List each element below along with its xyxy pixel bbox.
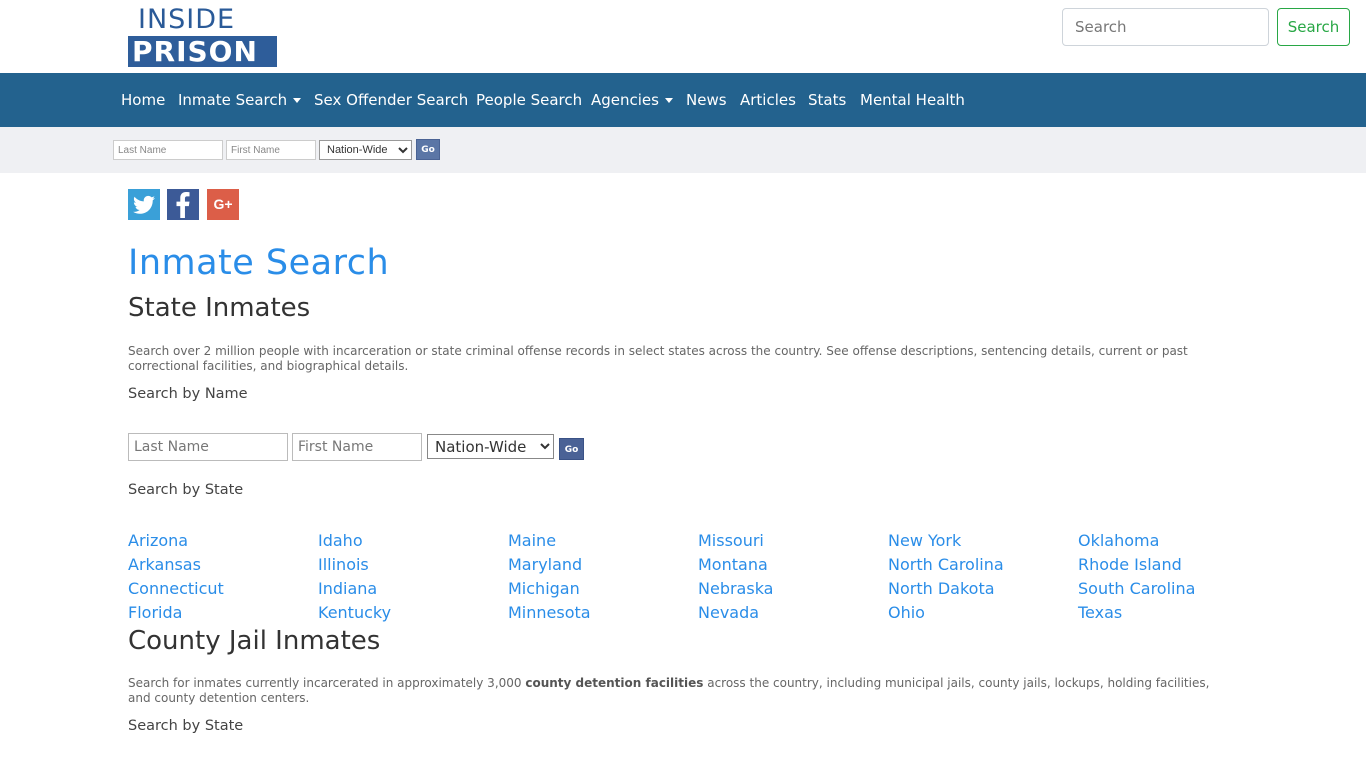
nav-item-home[interactable]: Home (121, 73, 165, 127)
state-link[interactable]: North Dakota (888, 579, 995, 598)
county-facilities-link[interactable]: county detention facilities (525, 676, 703, 690)
nav-item-stats[interactable]: Stats (808, 73, 846, 127)
state-link[interactable]: Florida (128, 603, 182, 622)
page-title: Inmate Search (128, 243, 390, 283)
county-inmates-description: Search for inmates currently incarcerate… (128, 676, 1210, 705)
state-link[interactable]: Kentucky (318, 603, 391, 622)
state-link[interactable]: Maryland (508, 555, 582, 574)
search-by-name-label: Search by Name (128, 386, 248, 402)
quick-search-bar: Nation-Wide (0, 127, 1366, 173)
state-link[interactable]: Rhode Island (1078, 555, 1182, 574)
county-search-by-state-label: Search by State (128, 718, 244, 734)
state-link[interactable]: Arizona (128, 531, 188, 550)
twitter-icon[interactable] (128, 189, 160, 220)
quick-scope-select[interactable]: Nation-Wide (319, 140, 412, 160)
quick-go-button[interactable]: Go (416, 139, 440, 160)
state-link[interactable]: Maine (508, 531, 556, 550)
state-link[interactable]: Nebraska (698, 579, 773, 598)
nav-item-agencies[interactable]: Agencies (591, 73, 673, 127)
nav-search-button[interactable]: Search (1277, 8, 1350, 46)
state-inmates-description: Search over 2 million people with incarc… (128, 344, 1188, 373)
name-search-go-button[interactable]: Go (559, 438, 584, 460)
scope-select[interactable]: Nation-Wide (427, 434, 554, 459)
dropdown-caret-icon (293, 98, 302, 103)
first-name-input[interactable] (292, 433, 422, 461)
inside-prison-logo[interactable]: INSIDE PRISON (128, 5, 277, 67)
nav-search-input[interactable] (1062, 8, 1269, 46)
county-inmates-heading: County Jail Inmates (128, 626, 381, 656)
nav-item-articles[interactable]: Articles (740, 73, 796, 127)
state-link[interactable]: Missouri (698, 531, 764, 550)
state-inmates-heading: State Inmates (128, 293, 311, 323)
state-link[interactable]: New York (888, 531, 961, 550)
facebook-icon[interactable] (167, 189, 199, 220)
facebook-f-icon (176, 192, 190, 218)
nav-item-mental-health[interactable]: Mental Health (860, 73, 965, 127)
state-link[interactable]: Minnesota (508, 603, 591, 622)
state-link[interactable]: Michigan (508, 579, 580, 598)
state-link[interactable]: South Carolina (1078, 579, 1195, 598)
nav-item-inmate-search[interactable]: Inmate Search (178, 73, 302, 127)
main-navbar: Home Inmate Search Sex Offender Search P… (0, 73, 1366, 127)
quick-last-name-input[interactable] (113, 140, 223, 160)
last-name-input[interactable] (128, 433, 288, 461)
twitter-bird-icon (133, 195, 155, 214)
state-link[interactable]: Ohio (888, 603, 925, 622)
nav-item-news[interactable]: News (686, 73, 727, 127)
dropdown-caret-icon (664, 98, 673, 103)
state-link[interactable]: Montana (698, 555, 768, 574)
state-link[interactable]: Nevada (698, 603, 759, 622)
nav-item-sex-offender-search[interactable]: Sex Offender Search (314, 73, 468, 127)
search-by-state-label: Search by State (128, 482, 244, 498)
state-link[interactable]: Texas (1078, 603, 1122, 622)
quick-first-name-input[interactable] (226, 140, 316, 160)
state-link[interactable]: Indiana (318, 579, 377, 598)
google-plus-icon[interactable]: G+ (207, 189, 239, 220)
nav-item-people-search[interactable]: People Search (476, 73, 582, 127)
logo-bottom-text: PRISON (128, 36, 277, 67)
state-link[interactable]: North Carolina (888, 555, 1004, 574)
state-link[interactable]: Oklahoma (1078, 531, 1159, 550)
state-link[interactable]: Idaho (318, 531, 363, 550)
state-link[interactable]: Connecticut (128, 579, 224, 598)
logo-top-text: INSIDE (138, 4, 236, 35)
state-link[interactable]: Arkansas (128, 555, 201, 574)
state-link[interactable]: Illinois (318, 555, 369, 574)
